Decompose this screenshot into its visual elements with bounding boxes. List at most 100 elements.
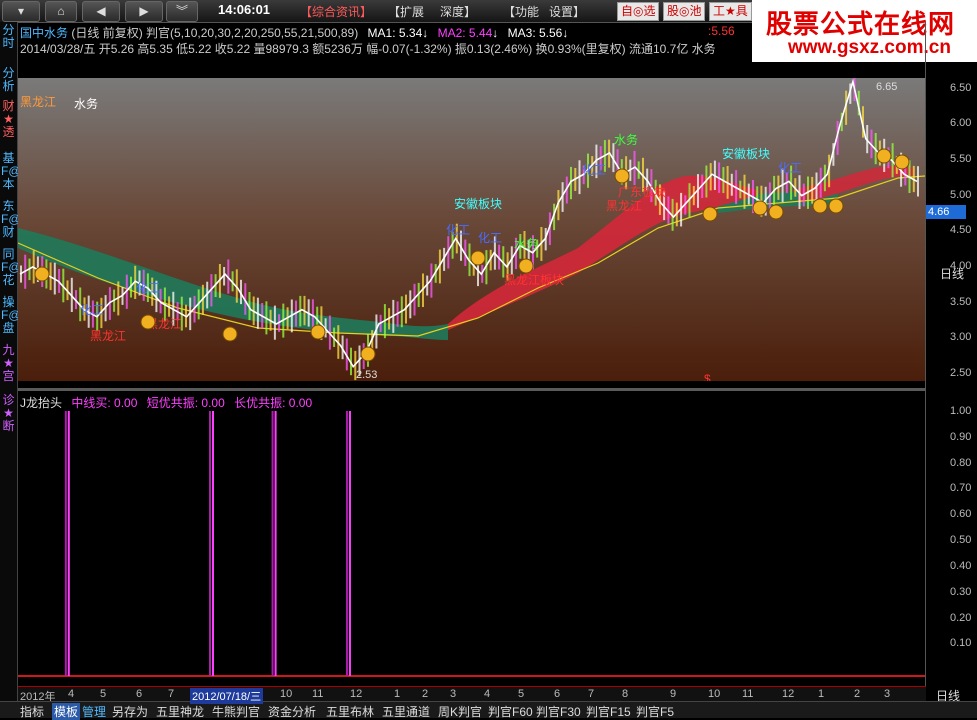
buy-signal-icon <box>518 258 534 274</box>
buy-signal-icon <box>222 326 238 342</box>
header-line-1: 国中水务 (日线 前复权) 判官(5,10,20,30,2,20,250,55,… <box>20 26 569 40</box>
bottom-tab[interactable]: 模板 <box>52 703 81 720</box>
stock-title: 国中水务 <box>20 26 69 40</box>
bottom-tab-bar: 指标 模板 管理 另存为 五里神龙 牛熊判官 资金分析 五里布林 五里通道 周K判官 判官F60 判官… <box>0 701 977 720</box>
chart-annotation: 化工 <box>136 281 160 295</box>
buy-signal-icon <box>34 266 50 282</box>
y-tick-indicator: 0.70 <box>950 482 972 495</box>
buy-signal-icon <box>470 250 486 266</box>
date-tick: 12 <box>350 688 363 700</box>
bottom-tab[interactable]: 五里神龙 <box>156 703 204 720</box>
y-tick-main: 5.00 <box>950 188 972 201</box>
daily-label-main[interactable]: 日线 <box>940 265 964 282</box>
tab-analysis[interactable]: 分析 <box>1 67 16 93</box>
dollar-marker: $ <box>704 372 711 381</box>
clock: 14:06:01 <box>218 2 271 17</box>
price-chart[interactable]: 黑龙江 水务 6.65 2.53 $ 黑龙江化工化工黑龙江安徽板块化工化工 水务黑… <box>18 78 925 381</box>
date-tick: 9 <box>670 688 677 700</box>
bottom-tab[interactable]: 判官F60 <box>488 703 533 720</box>
y-tick-main: 3.00 <box>950 331 972 344</box>
bottom-tab[interactable]: 判官F5 <box>636 703 674 720</box>
date-tick: 4 <box>68 688 75 700</box>
y-tick-indicator: 0.50 <box>950 534 972 547</box>
menu-depth[interactable]: 深度】 <box>440 3 476 20</box>
tab-finance[interactable]: 财★透 <box>1 100 16 139</box>
tab-diagnose[interactable]: 诊★断 <box>1 394 16 433</box>
tab-nine-palace[interactable]: 九★宫 <box>1 344 16 383</box>
tab-intraday[interactable]: 分时 <box>1 24 16 50</box>
buy-signal-icon <box>310 324 326 340</box>
y-tick-indicator: 0.30 <box>950 585 972 598</box>
menu-settings[interactable]: 设置】 <box>549 3 585 20</box>
bottom-tab[interactable]: 牛熊判官 <box>212 703 260 720</box>
site-watermark-logo: 股票公式在线网 www.gsxz.com.cn <box>752 0 977 62</box>
chart-background <box>18 78 925 381</box>
back-arrow-icon[interactable]: ◀ <box>82 1 120 22</box>
candle <box>917 166 919 197</box>
bottom-tab[interactable]: 五里通道 <box>382 703 430 720</box>
y-tick-indicator: 0.10 <box>950 637 972 650</box>
last-price-badge: 4.66 <box>926 205 966 219</box>
y-tick-indicator: 1.00 <box>950 405 972 417</box>
y-tick-indicator: 0.80 <box>950 456 972 469</box>
chart-annotation: 安徽板块 <box>722 146 770 161</box>
logo-title: 股票公式在线网 <box>766 9 956 39</box>
date-tick: 4 <box>484 688 491 700</box>
ma2-value: MA2: 5.44 <box>437 26 493 40</box>
indicator-chart[interactable] <box>18 393 925 684</box>
buy-signal-icon <box>360 346 376 362</box>
tab-tonghuashun[interactable]: 同F@花 <box>1 248 21 287</box>
buy-signal-icon <box>752 200 768 216</box>
bottom-tab[interactable]: 五里布林 <box>326 703 374 720</box>
bottom-tab[interactable]: 判官F15 <box>586 703 631 720</box>
menu-news[interactable]: 【综合资讯】 <box>300 3 372 20</box>
buy-signal-icon <box>828 198 844 214</box>
chip-tools[interactable]: 工★具 <box>709 2 752 21</box>
bottom-tab[interactable]: 另存为 <box>112 703 148 720</box>
left-tab-column: 分时 分析 财★透 基F@本 东F@财 同F@花 操F@盘 九★宫 诊★断 <box>0 22 21 702</box>
y-tick-main: 3.50 <box>950 295 972 308</box>
date-tick: 7 <box>588 688 595 700</box>
menu-dropdown-button[interactable]: ▾ <box>2 1 40 22</box>
home-icon[interactable]: ⌂ <box>45 1 77 22</box>
y-tick-main: 6.00 <box>950 117 972 130</box>
chart-annotation: 广东板块 <box>618 185 666 199</box>
tab-trading[interactable]: 操F@盘 <box>1 296 21 335</box>
chip-pool[interactable]: 股◎池 <box>663 2 706 21</box>
date-tick: 10 <box>280 688 293 700</box>
tab-fundamental[interactable]: 基F@本 <box>1 152 21 191</box>
date-tick: 8 <box>622 688 629 700</box>
y-tick-indicator: 0.40 <box>950 559 972 572</box>
chart-annotation: 水务 <box>514 236 538 251</box>
bottom-tab[interactable]: 资金分析 <box>268 703 316 720</box>
chip-watchlist[interactable]: 自◎选 <box>617 2 660 21</box>
buy-signal-icon <box>894 154 910 170</box>
date-axis: 2012年456782012/07/18/三101112123456789101… <box>18 686 926 704</box>
date-tick: 2 <box>854 688 861 700</box>
y-tick-main: 6.50 <box>950 81 972 94</box>
menu-extend[interactable]: 【扩展 <box>388 3 424 20</box>
date-tick: 2 <box>422 688 429 700</box>
date-tick: 6 <box>136 688 143 700</box>
date-tick: 6 <box>554 688 561 700</box>
bottom-tab[interactable]: 周K判官 <box>438 703 482 720</box>
date-tick: 5 <box>100 688 107 700</box>
top-label-1: 黑龙江 <box>20 95 56 109</box>
menu-function[interactable]: 【功能 <box>503 3 539 20</box>
logo-url: www.gsxz.com.cn <box>788 37 951 58</box>
chart-annotation: 化工 <box>446 223 470 237</box>
date-tick: 11 <box>742 688 754 700</box>
forward-arrow-icon[interactable]: ▶ <box>125 1 163 22</box>
collapse-icon[interactable]: ︾ <box>166 1 198 22</box>
panel-divider[interactable] <box>18 388 926 391</box>
chart-annotation: 黑龙江 <box>90 329 126 343</box>
bottom-tab[interactable]: 判官F30 <box>536 703 581 720</box>
bottom-tab[interactable]: 管理 <box>82 703 106 720</box>
date-tick: 12 <box>782 688 795 700</box>
tab-dongfang[interactable]: 东F@财 <box>1 200 21 239</box>
date-tick: 3 <box>450 688 457 700</box>
chart-annotation: 黑龙江板块 <box>504 273 564 287</box>
bottom-tab[interactable]: 指标 <box>20 703 44 720</box>
date-tick: 11 <box>312 688 324 700</box>
ma1-value: MA1: 5.34 <box>367 26 423 40</box>
